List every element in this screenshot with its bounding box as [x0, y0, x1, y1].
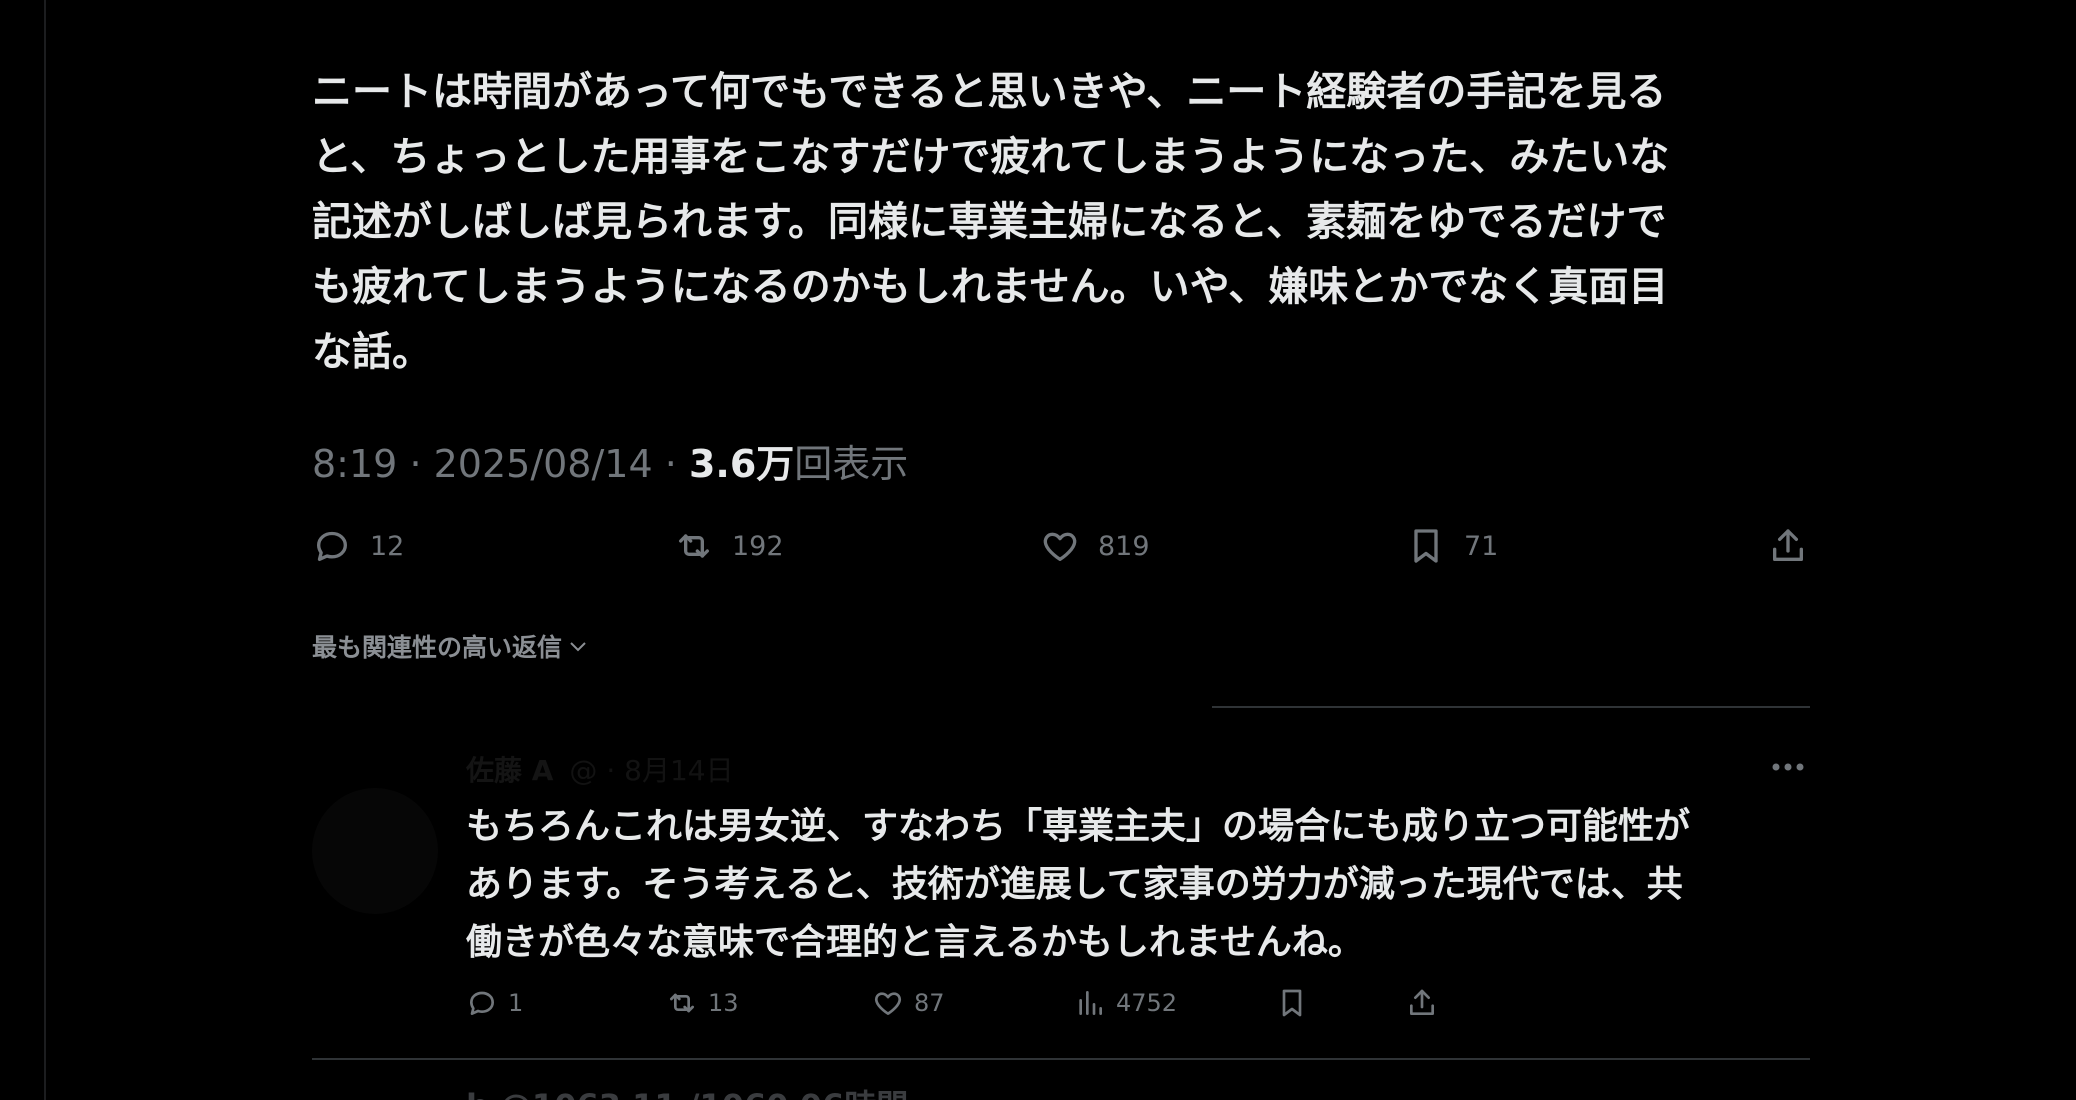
views-icon [1079, 991, 1102, 1015]
bookmark-icon [1282, 989, 1302, 1017]
reply-count: 12 [370, 530, 405, 562]
tweet-meta: 8:19 · 2025/08/14 · 3.6万回表示 [312, 436, 908, 492]
avatar[interactable] [312, 788, 438, 914]
left-border [44, 0, 46, 1100]
reply-author-name[interactable]: 佐藤 A [466, 749, 553, 789]
bookmark-button[interactable]: 71 [1406, 518, 1498, 574]
reply-reply-count: 1 [508, 989, 524, 1017]
reply-retweet-button[interactable]: 13 [666, 978, 739, 1028]
meta-separator: · [409, 442, 422, 486]
like-button[interactable]: 819 [1040, 518, 1150, 574]
reply-button[interactable]: 12 [312, 518, 404, 574]
reply-share-button[interactable] [1406, 978, 1438, 1028]
more-icon [1772, 763, 1804, 771]
reply-text: もちろんこれは男女逆、すなわち「専業主夫」の場合にも成り立つ可能性が あります。… [466, 806, 1691, 963]
reply-author-handle[interactable]: @ · 8月14日 [569, 749, 733, 789]
tweet-action-bar: 12 192 819 71 [312, 518, 1810, 574]
retweet-icon [670, 993, 694, 1013]
replies-sort-dropdown[interactable]: 最も関連性の高い返信 [312, 626, 590, 666]
reply-bookmark-button[interactable] [1276, 978, 1308, 1028]
reply-reply-button[interactable]: 1 [466, 978, 523, 1028]
reply-icon [470, 991, 494, 1015]
tweet-time[interactable]: 8:19 [312, 442, 397, 486]
reply-header: 佐藤 A @ · 8月14日 [466, 744, 734, 794]
reply-item[interactable]: 佐藤 A @ · 8月14日 もちろんこれは男女逆、すなわち「専業主夫」の場合に… [312, 708, 1810, 1058]
heart-icon [1043, 532, 1077, 561]
share-button[interactable] [1768, 518, 1808, 574]
next-reply-header[interactable]: h @1063 11 /1060 06時間 [466, 1086, 1666, 1100]
tweet-text: ニートは時間があって何でもできると思いきや、ニート経験者の手記を見る と、ちょっ… [312, 69, 1670, 375]
chevron-down-icon [570, 642, 586, 652]
meta-separator: · [664, 442, 677, 486]
retweet-icon [679, 534, 709, 558]
reply-like-button[interactable]: 87 [872, 978, 945, 1028]
tweet-column: ニートは時間があって何でもできると思いきや、ニート経験者の手記を見る と、ちょっ… [312, 0, 1810, 1100]
reply-action-bar: 1 13 87 4752 [466, 978, 1466, 1028]
retweet-count: 192 [732, 530, 784, 562]
reply-retweet-count: 13 [708, 989, 739, 1017]
heart-icon [874, 992, 902, 1015]
reply-views-count: 4752 [1116, 989, 1178, 1017]
share-icon [1773, 529, 1803, 561]
more-options-button[interactable] [1768, 752, 1808, 782]
bookmark-count: 71 [1464, 530, 1499, 562]
replies-sort-label: 最も関連性の高い返信 [312, 633, 563, 662]
reply-like-count: 87 [914, 989, 945, 1017]
like-count: 819 [1098, 530, 1150, 562]
views-count: 3.6万 [688, 442, 795, 486]
bookmark-icon [1414, 529, 1438, 563]
reply-icon [317, 531, 347, 561]
share-icon [1410, 989, 1434, 1015]
views-label: 回表示 [794, 442, 909, 486]
reply-views-button[interactable]: 4752 [1074, 978, 1177, 1028]
tweet-date[interactable]: 2025/08/14 [434, 442, 653, 486]
divider [312, 1058, 1810, 1060]
retweet-button[interactable]: 192 [674, 518, 784, 574]
